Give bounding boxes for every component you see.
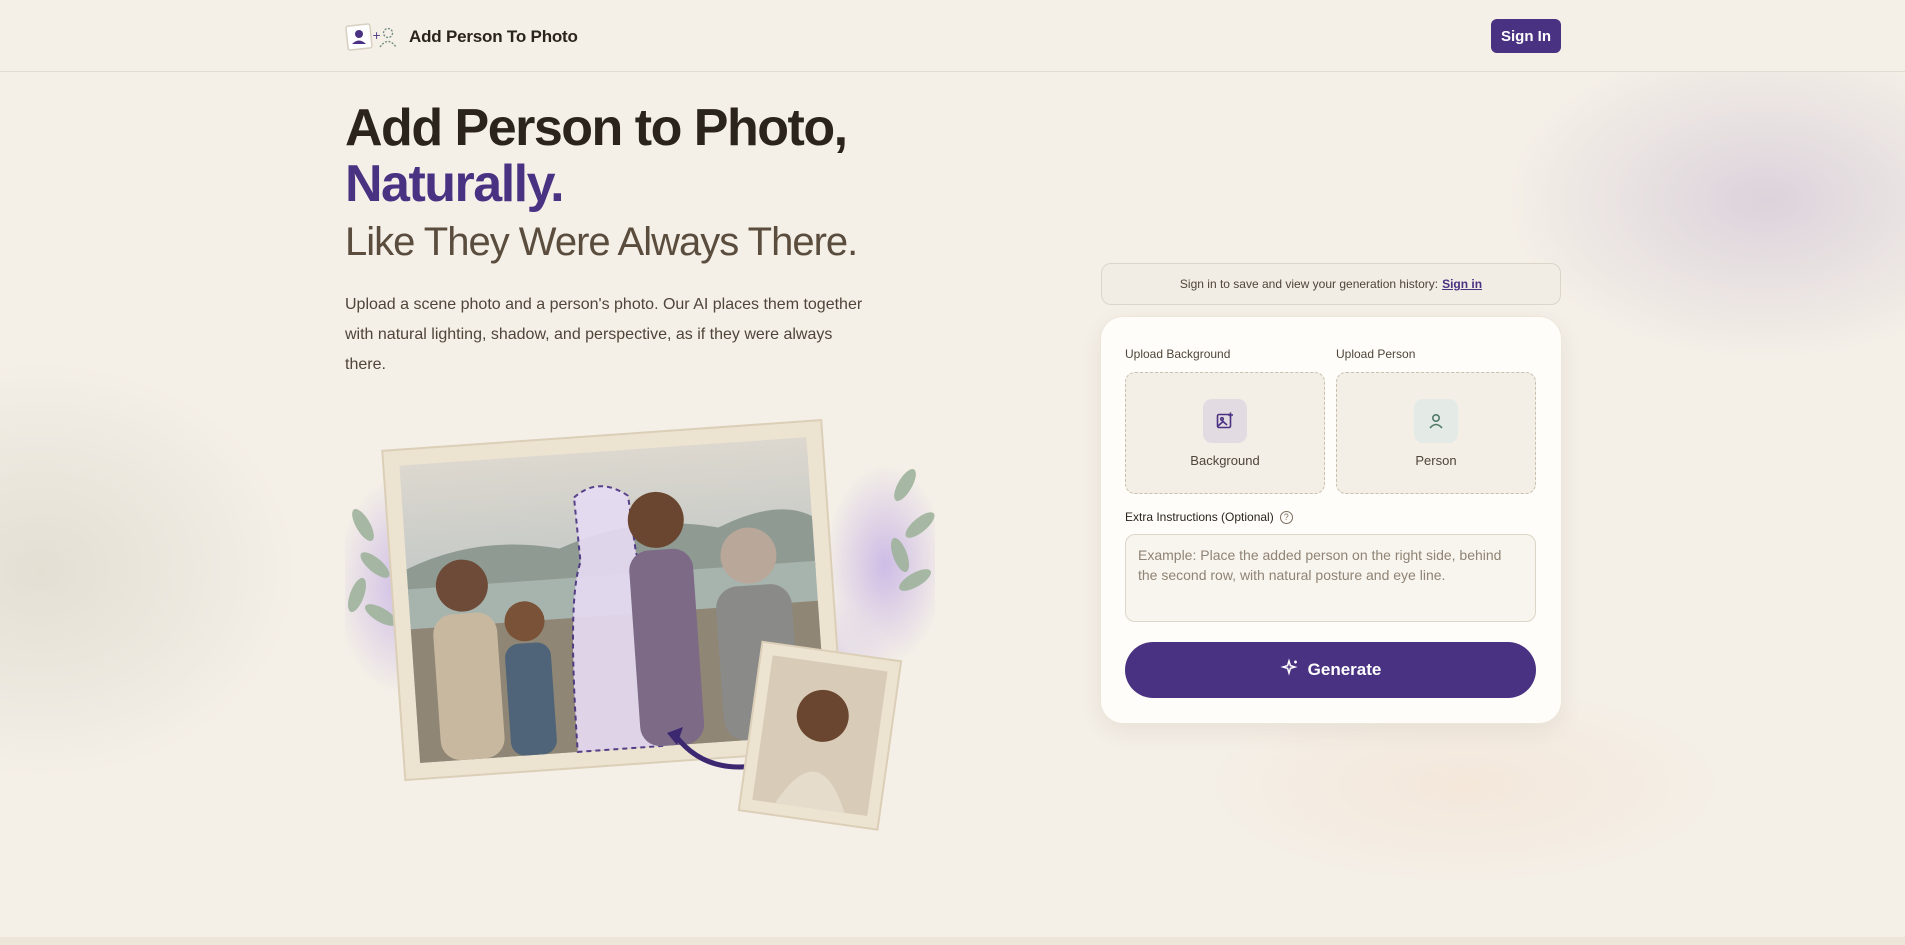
page-footer-edge xyxy=(0,937,1905,945)
signin-button[interactable]: Sign In xyxy=(1491,19,1561,53)
hero-description: Upload a scene photo and a person's phot… xyxy=(345,296,863,373)
generate-button[interactable]: Generate xyxy=(1125,642,1536,698)
extra-instructions-text: Extra Instructions (Optional) xyxy=(1125,510,1274,524)
brand-logo[interactable]: + Add Person To Photo xyxy=(345,22,578,52)
hero-title-highlight: Naturally. xyxy=(345,155,565,213)
upload-background-dropzone[interactable]: Background xyxy=(1125,372,1325,494)
signin-history-text: Sign in to save and view your generation… xyxy=(1179,277,1439,291)
hero-illustration xyxy=(335,415,945,835)
generator-card: Upload Background Background Upload Pers… xyxy=(1101,317,1561,723)
upload-person-dropzone[interactable]: Person xyxy=(1336,372,1536,494)
top-nav: + Add Person To Photo Sign In xyxy=(0,0,1905,72)
svg-text:+: + xyxy=(372,29,381,42)
hero-subtitle: Like They Were Always There. xyxy=(345,220,858,264)
upload-background-label: Upload Background xyxy=(1125,347,1231,361)
sparkles-icon xyxy=(1280,657,1300,683)
person-icon xyxy=(1414,398,1458,443)
upload-background-text: Background xyxy=(1190,452,1260,468)
signin-history-bar: Sign in to save and view your generation… xyxy=(1101,263,1561,305)
image-plus-icon xyxy=(1203,398,1247,443)
upload-person-text: Person xyxy=(1415,452,1457,468)
brand-name: Add Person To Photo xyxy=(409,27,578,46)
help-circle-icon[interactable]: ? xyxy=(1279,510,1293,524)
extra-instructions-input[interactable] xyxy=(1125,534,1536,622)
signin-history-link[interactable]: Sign in xyxy=(1442,277,1482,291)
upload-person-label: Upload Person xyxy=(1336,347,1416,361)
hero-title-line1: Add Person to Photo, xyxy=(345,99,848,157)
generate-label: Generate xyxy=(1307,660,1382,679)
hero-section: Add Person to Photo, Naturally. Like The… xyxy=(345,100,905,380)
add-person-logo-icon: + xyxy=(345,22,401,52)
extra-instructions-label: Extra Instructions (Optional) ? xyxy=(1125,510,1293,524)
